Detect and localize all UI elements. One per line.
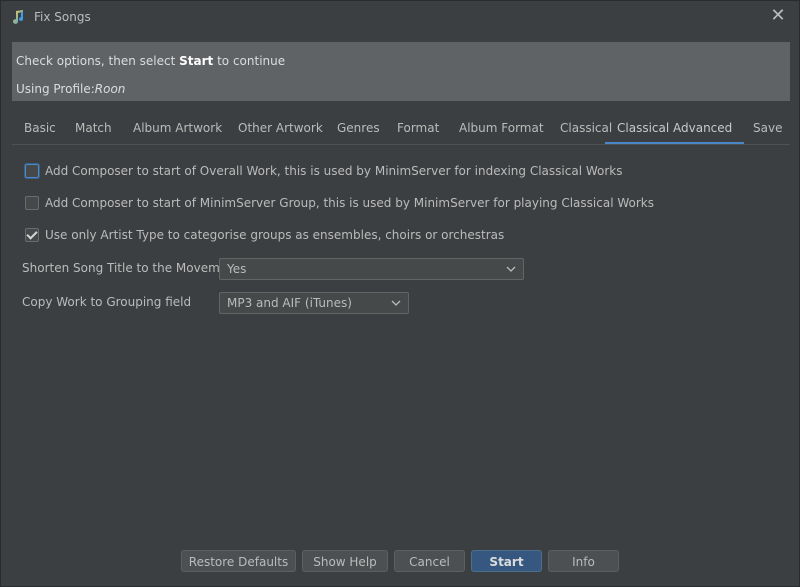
copy-work-value: MP3 and AIF (iTunes) — [227, 296, 352, 310]
composer-overall-work-label: Add Composer to start of Overall Work, t… — [45, 164, 623, 178]
tab-genres[interactable]: Genres — [337, 114, 380, 142]
music-note-icon — [10, 9, 26, 25]
composer-minimserver-group-label: Add Composer to start of MinimServer Gro… — [45, 196, 654, 210]
instruction-suffix: to continue — [213, 54, 286, 68]
cancel-button[interactable]: Cancel — [394, 550, 465, 572]
tab-other-artwork[interactable]: Other Artwork — [238, 114, 323, 142]
composer-overall-work-checkbox[interactable] — [25, 164, 39, 178]
info-panel: Check options, then select Start to cont… — [12, 42, 790, 101]
fix-songs-dialog: Fix Songs ✕ Check options, then select S… — [0, 0, 800, 587]
instruction-text: Check options, then select Start to cont… — [16, 54, 285, 68]
copy-work-select[interactable]: MP3 and AIF (iTunes) — [219, 292, 409, 314]
shorten-title-select[interactable]: Yes — [219, 258, 524, 280]
option-artist-type-categorise[interactable]: Use only Artist Type to categorise group… — [25, 226, 504, 244]
instruction-start-word: Start — [179, 54, 214, 68]
composer-minimserver-group-checkbox[interactable] — [25, 196, 39, 210]
option-composer-minimserver-group[interactable]: Add Composer to start of MinimServer Gro… — [25, 194, 654, 212]
tab-save[interactable]: Save — [753, 114, 782, 142]
window-title: Fix Songs — [34, 10, 91, 24]
tab-album-format[interactable]: Album Format — [459, 114, 544, 142]
tab-classical-advanced[interactable]: Classical Advanced — [605, 114, 745, 144]
copy-work-label: Copy Work to Grouping field — [22, 295, 192, 309]
instruction-prefix: Check options, then select — [16, 54, 180, 68]
tab-bar: Basic Match Album Artwork Other Artwork … — [12, 114, 790, 145]
shorten-title-label: Shorten Song Title to the Movement — [22, 261, 240, 275]
profile-name: Roon — [94, 82, 126, 96]
chevron-down-icon — [505, 263, 517, 275]
title-bar: Fix Songs ✕ — [1, 1, 799, 33]
start-button[interactable]: Start — [471, 550, 542, 572]
tab-match[interactable]: Match — [75, 114, 112, 142]
info-button[interactable]: Info — [548, 550, 619, 572]
tab-basic[interactable]: Basic — [24, 114, 56, 142]
artist-type-categorise-label: Use only Artist Type to categorise group… — [45, 228, 505, 242]
show-help-button[interactable]: Show Help — [302, 550, 388, 572]
option-composer-overall-work[interactable]: Add Composer to start of Overall Work, t… — [25, 162, 622, 180]
profile-prefix: Using Profile: — [16, 82, 95, 96]
artist-type-categorise-checkbox[interactable] — [25, 228, 39, 242]
close-icon[interactable]: ✕ — [767, 5, 789, 27]
tab-album-artwork[interactable]: Album Artwork — [133, 114, 222, 142]
chevron-down-icon — [390, 297, 402, 309]
restore-defaults-button[interactable]: Restore Defaults — [181, 550, 296, 572]
tab-format[interactable]: Format — [397, 114, 439, 142]
shorten-title-value: Yes — [227, 262, 247, 276]
profile-text: Using Profile:Roon — [16, 82, 125, 96]
